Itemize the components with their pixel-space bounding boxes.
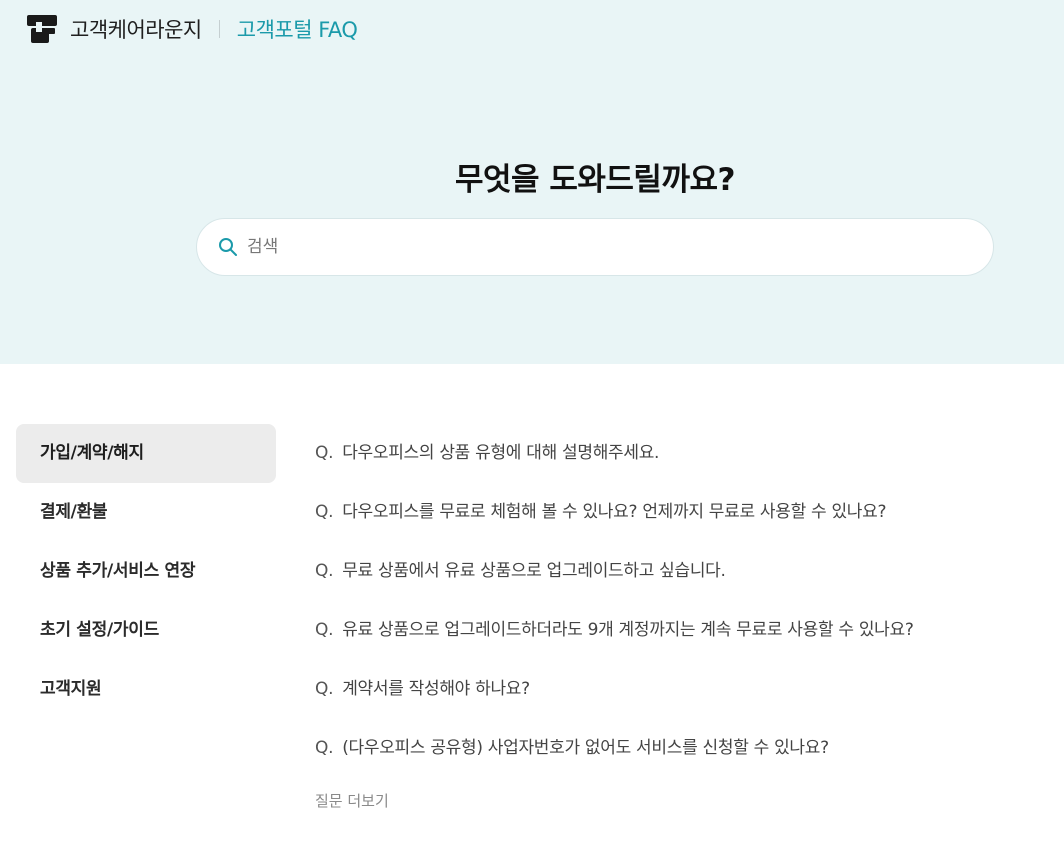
sidebar-item-customer-support[interactable]: 고객지원 [16,660,276,719]
hero-section: 고객케어라운지 고객포털 FAQ 무엇을 도와드릴까요? [0,0,1064,364]
header-divider [218,20,220,38]
faq-item[interactable]: Q. 다우오피스의 상품 유형에 대해 설명해주세요. [315,424,1035,483]
faq-q-prefix: Q. [315,502,334,522]
faq-item[interactable]: Q. 유료 상품으로 업그레이드하더라도 9개 계정까지는 계속 무료로 사용할 … [315,601,1035,660]
search-input[interactable] [245,236,969,258]
brand-name[interactable]: 고객케어라운지 [70,14,202,44]
category-sidebar: 가입/계약/해지 결제/환불 상품 추가/서비스 연장 초기 설정/가이드 고객… [16,424,276,719]
faq-item[interactable]: Q. (다우오피스 공유형) 사업자번호가 없어도 서비스를 신청할 수 있나요? [315,719,1035,778]
search-box[interactable] [196,218,994,276]
page-title: 무엇을 도와드릴까요? [455,162,735,198]
sidebar-item-payment-refund[interactable]: 결제/환불 [16,483,276,542]
faq-item[interactable]: Q. 무료 상품에서 유료 상품으로 업그레이드하고 싶습니다. [315,542,1035,601]
faq-list: Q. 다우오피스의 상품 유형에 대해 설명해주세요. Q. 다우오피스를 무료로 … [315,424,1035,811]
faq-q-prefix: Q. [315,561,334,581]
faq-question: 계약서를 작성해야 하나요? [342,679,530,699]
faq-question: 다우오피스를 무료로 체험해 볼 수 있나요? 언제까지 무료로 사용할 수 있… [342,502,887,522]
sidebar-item-setup-guide[interactable]: 초기 설정/가이드 [16,601,276,660]
faq-item[interactable]: Q. 계약서를 작성해야 하나요? [315,660,1035,719]
faq-q-prefix: Q. [315,443,334,463]
brand: 고객케어라운지 고객포털 FAQ [26,12,358,46]
brand-logo-icon[interactable] [26,13,58,45]
faq-q-prefix: Q. [315,738,334,758]
faq-question: 다우오피스의 상품 유형에 대해 설명해주세요. [342,443,660,463]
faq-question: (다우오피스 공유형) 사업자번호가 없어도 서비스를 신청할 수 있나요? [342,738,829,758]
faq-question: 유료 상품으로 업그레이드하더라도 9개 계정까지는 계속 무료로 사용할 수 … [342,620,914,640]
faq-item[interactable]: Q. 다우오피스를 무료로 체험해 볼 수 있나요? 언제까지 무료로 사용할 수… [315,483,1035,542]
search-icon[interactable] [218,237,238,257]
faq-question: 무료 상품에서 유료 상품으로 업그레이드하고 싶습니다. [342,561,726,581]
faq-q-prefix: Q. [315,679,334,699]
more-questions-link[interactable]: 질문 더보기 [315,790,389,811]
sidebar-item-product-extension[interactable]: 상품 추가/서비스 연장 [16,542,276,601]
faq-portal-link[interactable]: 고객포털 FAQ [237,14,358,44]
sidebar-item-signup-contract[interactable]: 가입/계약/해지 [16,424,276,483]
faq-q-prefix: Q. [315,620,334,640]
